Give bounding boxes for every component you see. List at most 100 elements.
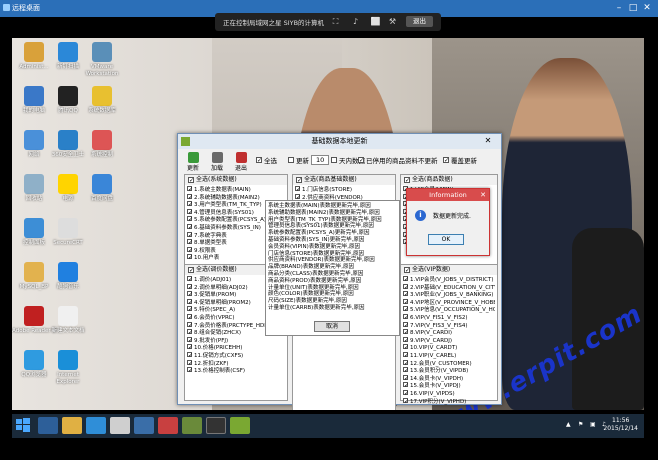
checkbox-icon: ✓ — [403, 313, 410, 321]
taskbar-ie-icon[interactable] — [38, 417, 58, 434]
desktop-icon[interactable]: 系统控制 — [80, 130, 124, 159]
tray-flag-icon[interactable]: ⚑ — [578, 421, 586, 429]
list-item-label: 12.折扣(ZKF) — [194, 360, 229, 367]
list-item[interactable]: ✓1.系统主数据表(MAIN) — [187, 186, 285, 194]
tray-up-icon[interactable]: ▲ — [566, 421, 574, 429]
list-item[interactable]: ✓7.VIP(V_FIS3_V_FIS4) — [403, 321, 495, 330]
taskbar-app2-icon[interactable] — [182, 417, 202, 434]
list-item[interactable]: ✓13.价格控制表(CSF) — [187, 367, 285, 375]
list-item-label: 3.VIP职业(V_JOBS_V_BANKING) — [410, 292, 494, 299]
tools-icon[interactable]: ⚒ — [387, 16, 398, 27]
list-item[interactable]: ✓17.VIP积分(V_VIPHD) — [403, 397, 495, 406]
share-icon[interactable]: ⬜ — [370, 16, 381, 27]
panel-header[interactable]: ✓ 全选(商品基础数据) — [293, 175, 395, 185]
window-close-icon[interactable]: ✕ — [478, 134, 498, 148]
taskbar-app-icon[interactable] — [158, 417, 178, 434]
list-item-label: 6.会员价(VPRC) — [194, 314, 235, 321]
cancel-button[interactable]: 取消 — [314, 321, 350, 332]
list-item[interactable]: ✓2.VIP基础(V_EDUCATION_V_CITY) — [403, 283, 495, 292]
log-line: 系统主数据表(MAIN)表数据更新完毕,原因 — [268, 203, 371, 209]
checkbox-icon: ✓ — [358, 157, 365, 164]
list-item[interactable]: ✓5.VIP信息(V_OCCUPATION_V_HOBBY) — [403, 306, 495, 314]
list-item[interactable]: ✓9.VIP(V_CARDJ) — [403, 336, 495, 345]
checkbox-icon: ✓ — [187, 351, 194, 359]
exit-app-button[interactable]: 退出 — [232, 152, 250, 172]
list-item[interactable]: ✓12.折扣(ZKF) — [187, 359, 285, 368]
close-icon[interactable]: ✕ — [640, 2, 654, 14]
panel-header[interactable]: ✓ 全选(系统数据) — [185, 175, 287, 185]
desktop-icon[interactable]: 新建文本文档 — [46, 306, 90, 335]
list-item[interactable]: ✓16.VIP(V_VIPDS) — [403, 389, 495, 398]
checkbox-icon: ✓ — [187, 306, 194, 314]
volume-icon[interactable]: ♪ — [350, 16, 361, 27]
desktop-icon[interactable]: 百度网盘 — [80, 174, 124, 203]
list-item[interactable]: ✓1.VIP会员(V_JOBS_V_DISTRICT) — [403, 276, 495, 284]
list-item[interactable]: ✓14.会员卡(V_VIPDH) — [403, 374, 495, 383]
load-button[interactable]: 加载 — [208, 152, 226, 172]
desktop-app-icon — [92, 130, 112, 150]
taskbar-db-icon[interactable] — [134, 417, 154, 434]
exit-button[interactable]: 退出 — [406, 16, 433, 27]
list-item[interactable]: ✓13.会员积分(V_VIPDB) — [403, 367, 495, 375]
desktop-icon[interactable]: VMware Workstation — [80, 42, 124, 78]
desktop-icon[interactable]: 系统数据库 — [80, 86, 124, 115]
taskbar-explorer-icon[interactable] — [62, 417, 82, 434]
checkbox-icon: ✓ — [187, 321, 194, 329]
list-item[interactable]: ✓8.VIP(V_CARDI) — [403, 329, 495, 337]
list-item[interactable]: ✓9.批发价(PFJ) — [187, 336, 285, 345]
session-title: 正在控制局域网之星 SIYB的计算机 — [223, 19, 325, 27]
desktop-icon[interactable]: SecureCRT — [46, 218, 90, 247]
overwrite-checkbox[interactable]: ✓ 覆盖更新 — [443, 155, 477, 165]
tray-network-icon[interactable]: ▣ — [590, 421, 598, 429]
list-item[interactable]: ✓1.门店信息(STORE) — [295, 186, 393, 194]
select-all-checkbox[interactable]: ✓ 全选 — [256, 155, 277, 165]
list-item[interactable]: ✓3.VIP职业(V_JOBS_V_BANKING) — [403, 291, 495, 299]
checkbox-icon: ✓ — [403, 336, 410, 344]
checkbox-icon: ✓ — [403, 389, 410, 397]
list-item[interactable]: ✓10.VIP(V_CARDT) — [403, 344, 495, 352]
list-item[interactable]: ✓15.会员卡(V_VIPDJ) — [403, 382, 495, 390]
panel-header[interactable]: ✓ 全选(VIP数据) — [401, 265, 497, 275]
panel-header[interactable]: ✓ 全选(商品数据) — [401, 175, 497, 185]
maximize-icon[interactable]: □ — [626, 2, 640, 14]
dialog-close-icon[interactable]: ✕ — [480, 189, 486, 201]
desktop-app-icon — [92, 86, 112, 106]
minimize-icon[interactable]: – — [612, 2, 626, 14]
update-label: 更新 — [186, 165, 199, 172]
panel-list[interactable]: ✓1.VIP会员(V_JOBS_V_DISTRICT) ✓2.VIP基础(V_ED… — [401, 275, 497, 406]
taskbar-update-icon[interactable] — [230, 417, 250, 434]
days-input[interactable]: 10 — [311, 155, 330, 165]
list-item-label: 4.管理员信息表(SYS01) — [194, 209, 254, 216]
desktop-icon[interactable]: 酷狗音乐 — [46, 262, 90, 291]
list-item[interactable]: ✓12.会员(V_CUSTOMER) — [403, 359, 495, 368]
taskbar-tool-icon[interactable] — [110, 417, 130, 434]
list-item-label: 10.价格(PRICEHH) — [194, 345, 243, 352]
taskbar-cmd-icon[interactable] — [206, 417, 226, 434]
list-item[interactable]: ✓10.价格(PRICEHH) — [187, 344, 285, 352]
skip-disabled-checkbox[interactable]: ✓ 已停用的商品资料不更新 — [358, 155, 438, 165]
taskbar-browser-icon[interactable] — [86, 417, 106, 434]
list-item[interactable]: ✓6.VIP(V_FIS1_V_FIS2) — [403, 313, 495, 322]
update-button[interactable]: 更新 — [184, 152, 202, 172]
checkbox-icon — [288, 157, 294, 163]
update-days-checkbox[interactable]: 更新 — [288, 155, 309, 165]
list-item[interactable]: ✓4.VIP地区(V_PROVINCE_V_HOBBY) — [403, 298, 495, 307]
desktop-icon[interactable]: Internet Explorer — [46, 350, 90, 386]
ok-button[interactable]: OK — [428, 234, 464, 245]
skip-disabled-label: 已停用的商品资料不更新 — [366, 157, 438, 165]
taskbar-clock[interactable]: 11:56 2015/12/14 — [603, 417, 638, 433]
list-item[interactable]: ✓11.促销方式(CXFS) — [187, 351, 285, 360]
load-label: 加载 — [210, 165, 223, 172]
checkbox-icon: ✓ — [256, 157, 263, 164]
list-item-label: 10.VIP(V_CARDT) — [410, 345, 458, 352]
checkbox-icon: ✓ — [403, 359, 410, 367]
checkbox-icon: ✓ — [187, 254, 194, 262]
list-item-label: 2.VIP基础(V_EDUCATION_V_CITY) — [410, 284, 495, 291]
checkbox-icon: ✓ — [187, 276, 194, 283]
fit-screen-icon[interactable]: ⛶ — [330, 16, 341, 27]
list-item-label: 12.会员(V_CUSTOMER) — [410, 360, 472, 367]
start-button[interactable] — [16, 418, 30, 432]
app-logo-icon — [3, 4, 10, 11]
desktop-icon-label: 百度网盘 — [90, 196, 113, 202]
list-item[interactable]: ✓11.VIP(V_CAREL) — [403, 351, 495, 360]
